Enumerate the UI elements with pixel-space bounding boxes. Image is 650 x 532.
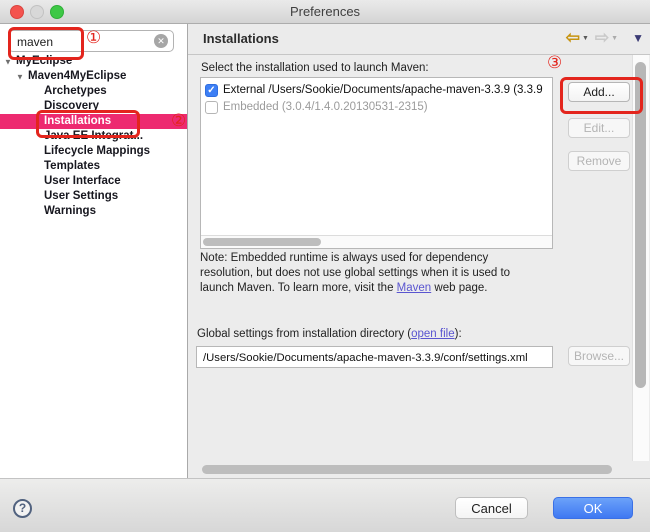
tree-label: User Interface bbox=[44, 175, 121, 187]
open-file-link[interactable]: open file bbox=[411, 328, 454, 340]
scrollbar-thumb[interactable] bbox=[202, 465, 612, 474]
tree-label: Java EE Integrat... bbox=[44, 130, 143, 142]
note-line: resolution, but does not use global sett… bbox=[200, 266, 580, 281]
tree-label: Warnings bbox=[44, 205, 96, 217]
edit-button[interactable]: Edit... bbox=[568, 118, 630, 138]
view-menu-icon[interactable]: ▼ bbox=[632, 31, 644, 45]
panel-horizontal-scrollbar[interactable] bbox=[188, 462, 650, 477]
installation-label: Embedded (3.0.4/1.4.0.20130531-2315) bbox=[223, 101, 428, 113]
list-item-embedded[interactable]: Embedded (3.0.4/1.4.0.20130531-2315) bbox=[201, 99, 552, 116]
sidebar-item-myeclipse[interactable]: ▼MyEclipse bbox=[0, 54, 187, 69]
help-icon[interactable]: ? bbox=[13, 499, 32, 518]
maven-link[interactable]: Maven bbox=[397, 282, 432, 294]
sidebar: ✕ ▼MyEclipse ▼Maven4MyEclipse Archetypes… bbox=[0, 24, 188, 478]
checked-checkbox-icon[interactable]: ✓ bbox=[205, 84, 218, 97]
note-line-pre: launch Maven. To learn more, visit the bbox=[200, 282, 397, 294]
tree-label: Templates bbox=[44, 160, 100, 172]
tree-label: Lifecycle Mappings bbox=[44, 145, 150, 157]
window-title: Preferences bbox=[0, 4, 650, 19]
installations-list: ✓ External /Users/Sookie/Documents/apach… bbox=[200, 77, 553, 249]
tree-label: User Settings bbox=[44, 190, 118, 202]
global-label-pre: Global settings from installation direct… bbox=[197, 328, 411, 340]
page-header: Installations ⇦▼⇨▼▼ bbox=[188, 24, 650, 55]
back-arrow-icon[interactable]: ⇦ bbox=[566, 28, 580, 48]
installations-page: Select the installation used to launch M… bbox=[188, 55, 650, 462]
sidebar-item-maven4myeclipse[interactable]: ▼Maven4MyEclipse bbox=[0, 69, 187, 84]
forward-dropdown-icon[interactable]: ▼ bbox=[611, 35, 618, 42]
tree-label: Archetypes bbox=[44, 85, 107, 97]
ok-button[interactable]: OK bbox=[553, 497, 633, 519]
add-button[interactable]: Add... bbox=[568, 82, 630, 102]
expand-arrow-icon[interactable]: ▼ bbox=[4, 55, 16, 70]
note-text: Note: Embedded runtime is always used fo… bbox=[200, 251, 580, 296]
preferences-window: Preferences ✕ ▼MyEclipse ▼Maven4MyEclips… bbox=[0, 0, 650, 532]
preferences-tree: ▼MyEclipse ▼Maven4MyEclipse Archetypes D… bbox=[0, 54, 187, 219]
tree-label: Discovery bbox=[44, 100, 99, 112]
tree-label: MyEclipse bbox=[16, 55, 72, 67]
unchecked-checkbox-icon[interactable] bbox=[205, 101, 218, 114]
note-line: launch Maven. To learn more, visit the M… bbox=[200, 281, 580, 296]
browse-button[interactable]: Browse... bbox=[568, 346, 630, 366]
sidebar-item-user-interface[interactable]: User Interface bbox=[0, 174, 187, 189]
sidebar-item-templates[interactable]: Templates bbox=[0, 159, 187, 174]
settings-path-field bbox=[196, 346, 553, 368]
sidebar-item-installations[interactable]: Installations bbox=[0, 114, 187, 129]
installation-label: External /Users/Sookie/Documents/apache-… bbox=[223, 84, 543, 96]
remove-button[interactable]: Remove bbox=[568, 151, 630, 171]
list-horizontal-scrollbar[interactable] bbox=[201, 235, 552, 248]
clear-search-icon[interactable]: ✕ bbox=[154, 34, 168, 48]
footer-bar: ? Cancel OK bbox=[0, 478, 650, 532]
sidebar-item-archetypes[interactable]: Archetypes bbox=[0, 84, 187, 99]
sidebar-item-discovery[interactable]: Discovery bbox=[0, 99, 187, 114]
sidebar-item-java-ee-integration[interactable]: Java EE Integrat... bbox=[0, 129, 187, 144]
expand-arrow-icon[interactable]: ▼ bbox=[16, 70, 28, 85]
scrollbar-thumb[interactable] bbox=[203, 238, 321, 246]
panel-vertical-scrollbar[interactable] bbox=[632, 55, 649, 461]
search-input[interactable] bbox=[15, 32, 149, 52]
page-title: Installations bbox=[203, 31, 279, 46]
history-nav: ⇦▼⇨▼▼ bbox=[566, 28, 644, 50]
title-bar: Preferences bbox=[0, 0, 650, 24]
filter-search-field[interactable]: ✕ bbox=[8, 30, 174, 52]
note-line: Note: Embedded runtime is always used fo… bbox=[200, 251, 580, 266]
global-settings-label: Global settings from installation direct… bbox=[197, 328, 462, 340]
sidebar-item-user-settings[interactable]: User Settings bbox=[0, 189, 187, 204]
sidebar-item-warnings[interactable]: Warnings bbox=[0, 204, 187, 219]
forward-arrow-icon[interactable]: ⇨ bbox=[595, 28, 609, 48]
note-line-post: web page. bbox=[431, 282, 487, 294]
list-item-external[interactable]: ✓ External /Users/Sookie/Documents/apach… bbox=[201, 82, 552, 99]
settings-path-input[interactable] bbox=[201, 349, 551, 367]
back-dropdown-icon[interactable]: ▼ bbox=[582, 35, 589, 42]
sidebar-item-lifecycle-mappings[interactable]: Lifecycle Mappings bbox=[0, 144, 187, 159]
select-installation-label: Select the installation used to launch M… bbox=[201, 62, 429, 74]
cancel-button[interactable]: Cancel bbox=[455, 497, 528, 519]
scrollbar-thumb[interactable] bbox=[635, 62, 646, 388]
global-label-post: ): bbox=[455, 328, 462, 340]
tree-label: Maven4MyEclipse bbox=[28, 70, 126, 82]
tree-label: Installations bbox=[44, 115, 111, 127]
